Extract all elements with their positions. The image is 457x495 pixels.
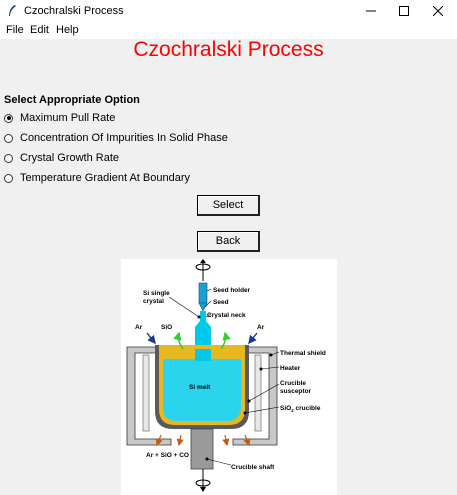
maximize-button[interactable]	[387, 0, 421, 22]
label-si-single: Si single	[143, 290, 170, 297]
close-icon	[433, 6, 443, 16]
radio-option-0[interactable]: Maximum Pull Rate	[4, 110, 115, 126]
exhaust-arrow	[222, 434, 230, 447]
exhaust-arrow	[176, 434, 184, 447]
menu-edit[interactable]: Edit	[30, 24, 49, 36]
label-exhaust: Ar + SiO + CO	[146, 452, 189, 459]
feather-icon	[9, 5, 16, 16]
label-sio2-crucible: SiO2 crucible	[280, 405, 321, 413]
heater-left	[142, 354, 150, 432]
menu-file[interactable]: File	[6, 24, 24, 36]
label-crystal-neck: Crystal neck	[207, 312, 246, 319]
maximize-icon	[399, 6, 409, 16]
menu-bar: File Edit Help	[0, 22, 457, 39]
label-crucible-shaft: Crucible shaft	[231, 464, 275, 471]
seed-holder	[198, 282, 208, 312]
minimize-button[interactable]	[354, 0, 388, 22]
label-seed-holder: Seed holder	[213, 287, 251, 294]
minimize-icon	[366, 10, 376, 12]
ar-inflow-left-arrow	[146, 332, 156, 345]
rotation-arrow-top-icon	[195, 259, 211, 281]
back-button[interactable]: Back	[197, 231, 260, 252]
label-crucible: Crucible	[280, 380, 306, 387]
heater-right	[254, 354, 262, 432]
label-ar-right: Ar	[257, 324, 265, 331]
title-bar: Czochralski Process	[0, 0, 457, 22]
radio-button[interactable]	[4, 133, 13, 143]
rotation-arrow-bottom-icon	[195, 469, 211, 492]
select-button[interactable]: Select	[197, 195, 260, 216]
label-susceptor: susceptor	[280, 388, 312, 395]
menu-help[interactable]: Help	[56, 24, 79, 36]
crystal-melt-interface	[195, 349, 211, 361]
radio-button[interactable]	[4, 113, 13, 123]
radio-label: Concentration Of Impurities In Solid Pha…	[20, 132, 228, 144]
label-si-melt: Si melt	[189, 384, 211, 391]
ar-inflow-right-arrow	[248, 332, 258, 345]
label-seed: Seed	[213, 299, 229, 306]
radio-option-1[interactable]: Concentration Of Impurities In Solid Pha…	[4, 130, 228, 146]
radio-option-3[interactable]: Temperature Gradient At Boundary	[4, 170, 190, 186]
crucible-shaft	[190, 428, 214, 470]
label-thermal-shield: Thermal shield	[280, 350, 326, 357]
window-title: Czochralski Process	[24, 5, 124, 17]
label-crystal: crystal	[143, 298, 164, 305]
label-heater: Heater	[280, 365, 301, 372]
radio-option-2[interactable]: Crystal Growth Rate	[4, 150, 119, 166]
page-title: Czochralski Process	[133, 38, 324, 61]
label-ar-left: Ar	[135, 324, 143, 331]
option-prompt: Select Appropriate Option	[4, 94, 140, 106]
radio-label: Crystal Growth Rate	[20, 152, 120, 164]
radio-button[interactable]	[4, 173, 13, 183]
czochralski-diagram: Si single crystal Seed holder Seed Cryst…	[121, 259, 337, 495]
radio-button[interactable]	[4, 153, 13, 163]
radio-label: Maximum Pull Rate	[20, 112, 116, 124]
radio-label: Temperature Gradient At Boundary	[20, 172, 190, 184]
label-sio: SiO	[161, 324, 172, 331]
close-button[interactable]	[421, 0, 455, 22]
